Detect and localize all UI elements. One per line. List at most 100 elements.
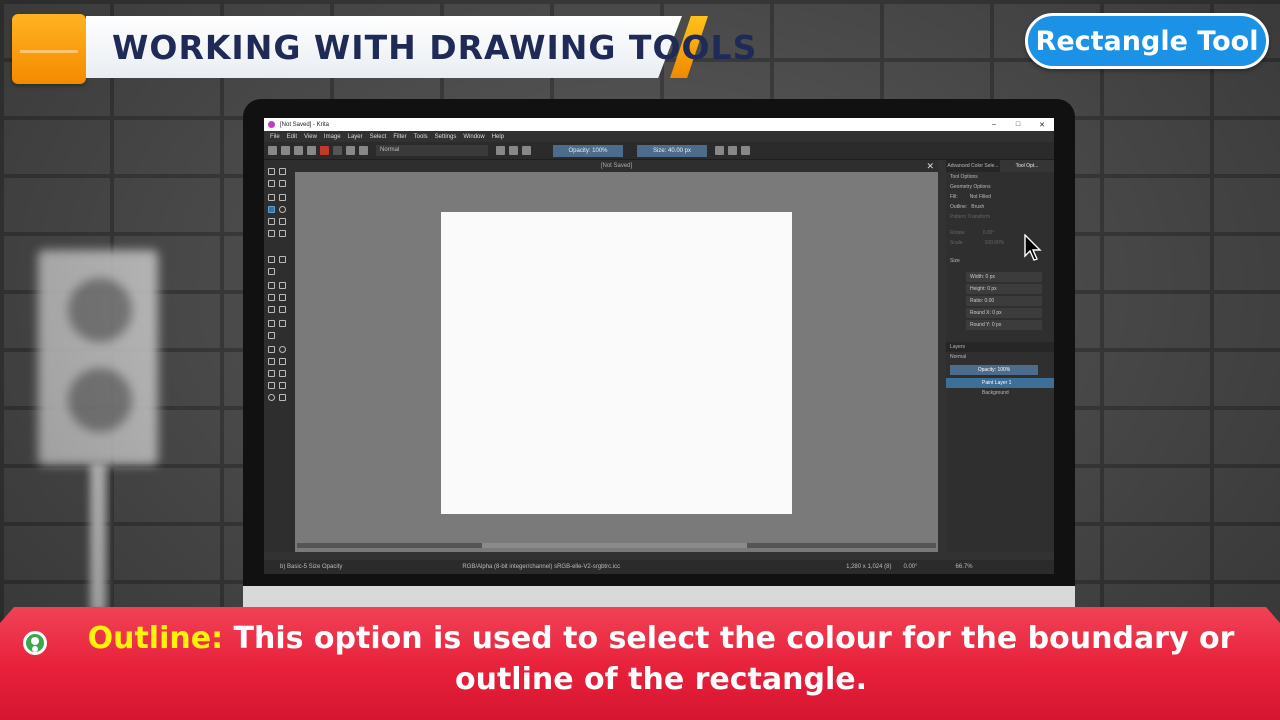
pattern-transform-label: Pattern Transform bbox=[950, 214, 991, 220]
close-canvas-icon[interactable]: ✕ bbox=[926, 160, 934, 172]
menu-settings[interactable]: Settings bbox=[435, 134, 457, 140]
edit-shapes-tool-icon[interactable] bbox=[268, 180, 275, 187]
canvas-tab-title: [Not Saved] bbox=[600, 163, 633, 169]
layer-item[interactable]: Background bbox=[946, 388, 1054, 398]
calligraphy-tool-icon[interactable] bbox=[279, 180, 286, 187]
menu-view[interactable]: View bbox=[304, 134, 317, 140]
fill-label: Fill: bbox=[950, 194, 958, 200]
horizontal-scrollbar[interactable] bbox=[297, 543, 936, 548]
blend-mode-select[interactable]: Normal bbox=[376, 145, 488, 156]
eraser-icon[interactable] bbox=[496, 146, 505, 155]
pan-tool-icon[interactable] bbox=[279, 394, 286, 401]
color-swap-icon[interactable] bbox=[333, 146, 342, 155]
reference-tool-icon[interactable] bbox=[268, 332, 275, 339]
menu-filter[interactable]: Filter bbox=[393, 134, 406, 140]
line-tool-icon[interactable] bbox=[279, 194, 286, 201]
canvas-area[interactable]: [Not Saved] ✕ bbox=[295, 160, 938, 552]
freehand-selection-tool-icon[interactable] bbox=[279, 358, 286, 365]
reload-preset-icon[interactable] bbox=[522, 146, 531, 155]
smart-patch-tool-icon[interactable] bbox=[279, 294, 286, 301]
status-color-space: RGB/Alpha (8-bit integer/channel) sRGB-e… bbox=[462, 564, 621, 570]
ratio-field[interactable]: Ratio: 0.00 bbox=[966, 296, 1042, 306]
elliptical-selection-tool-icon[interactable] bbox=[279, 346, 286, 353]
layer-opacity-slider[interactable]: Opacity: 100% bbox=[950, 365, 1038, 375]
layer-blend-select[interactable]: Normal bbox=[946, 352, 1054, 362]
title-banner: WORKING WITH DRAWING TOOLS bbox=[12, 14, 756, 84]
round-x-field[interactable]: Round X: 0 px bbox=[966, 308, 1042, 318]
zoom-tool-icon[interactable] bbox=[268, 394, 275, 401]
preserve-alpha-icon[interactable] bbox=[509, 146, 518, 155]
minimize-icon[interactable]: – bbox=[982, 121, 1006, 129]
scale-field[interactable]: 100.00% bbox=[985, 238, 1005, 248]
caption-text: Outline: This option is used to select t… bbox=[66, 618, 1256, 700]
new-document-icon[interactable] bbox=[268, 146, 277, 155]
measure-tool-icon[interactable] bbox=[279, 320, 286, 327]
window-titlebar: [Not Saved] - Krita – □ ✕ bbox=[264, 118, 1054, 131]
save-icon[interactable] bbox=[294, 146, 303, 155]
rectangle-tool-icon[interactable] bbox=[268, 206, 275, 213]
round-y-field[interactable]: Round Y: 0 px bbox=[966, 320, 1042, 330]
right-dock: Advanced Color Sele... Tool Opt... Tool … bbox=[946, 160, 1054, 552]
brush-preset-icon[interactable] bbox=[346, 146, 355, 155]
polyline-tool-icon[interactable] bbox=[279, 218, 286, 225]
status-dimensions: 1,280 x 1,024 (8) bbox=[846, 564, 892, 570]
laptop-base bbox=[243, 586, 1075, 608]
transform-tool-icon[interactable] bbox=[268, 256, 275, 263]
menu-image[interactable]: Image bbox=[324, 134, 341, 140]
user-icon bbox=[23, 631, 47, 655]
toolbox-panel bbox=[264, 160, 295, 552]
bezier-selection-tool-icon[interactable] bbox=[268, 382, 275, 389]
envelope-icon bbox=[12, 14, 86, 84]
size-slider[interactable]: Size: 40.00 px bbox=[637, 144, 707, 157]
bezier-tool-icon[interactable] bbox=[268, 230, 275, 237]
ellipse-tool-icon[interactable] bbox=[279, 206, 286, 213]
menu-file[interactable]: File bbox=[270, 134, 280, 140]
maximize-icon[interactable]: □ bbox=[1006, 121, 1030, 129]
brush-editor-icon[interactable] bbox=[359, 146, 368, 155]
width-field[interactable]: Width: 0 px bbox=[966, 272, 1042, 282]
rectangular-selection-tool-icon[interactable] bbox=[268, 346, 275, 353]
gradient-icon[interactable] bbox=[307, 146, 316, 155]
crop-tool-icon[interactable] bbox=[268, 268, 275, 275]
pattern-icon[interactable] bbox=[320, 146, 329, 155]
polygonal-selection-tool-icon[interactable] bbox=[268, 358, 275, 365]
select-shapes-tool-icon[interactable] bbox=[268, 168, 275, 175]
opacity-slider[interactable]: Opacity: 100% bbox=[553, 144, 623, 157]
text-tool-icon[interactable] bbox=[279, 168, 286, 175]
fill-select[interactable]: Not Filled bbox=[970, 192, 991, 202]
polygon-tool-icon[interactable] bbox=[268, 218, 275, 225]
rotate-field[interactable]: 0.00° bbox=[983, 228, 995, 238]
wrap-around-icon[interactable] bbox=[741, 146, 750, 155]
gradient-tool-icon[interactable] bbox=[268, 282, 275, 289]
color-picker-tool-icon[interactable] bbox=[279, 282, 286, 289]
mirror-vertical-icon[interactable] bbox=[728, 146, 737, 155]
magnetic-selection-tool-icon[interactable] bbox=[279, 382, 286, 389]
menu-edit[interactable]: Edit bbox=[287, 134, 297, 140]
contiguous-selection-tool-icon[interactable] bbox=[268, 370, 275, 377]
close-icon[interactable]: ✕ bbox=[1030, 121, 1054, 129]
fill-tool-icon[interactable] bbox=[268, 306, 275, 313]
freehand-path-tool-icon[interactable] bbox=[279, 230, 286, 237]
move-tool-icon[interactable] bbox=[279, 256, 286, 263]
menu-select[interactable]: Select bbox=[370, 134, 387, 140]
status-zoom[interactable]: 66.7% bbox=[956, 564, 973, 570]
canvas-paper[interactable] bbox=[441, 212, 792, 514]
mirror-horizontal-icon[interactable] bbox=[715, 146, 724, 155]
geometry-options-label: Geometry Options bbox=[950, 184, 991, 190]
main-toolbar: Normal Opacity: 100% Size: 40.00 px bbox=[264, 142, 1054, 160]
layer-item[interactable]: Paint Layer 1 bbox=[946, 378, 1054, 388]
assistant-tool-icon[interactable] bbox=[268, 320, 275, 327]
menu-window[interactable]: Window bbox=[463, 134, 484, 140]
enclose-fill-tool-icon[interactable] bbox=[279, 306, 286, 313]
menu-help[interactable]: Help bbox=[492, 134, 504, 140]
outline-select[interactable]: Brush bbox=[971, 202, 984, 212]
tab-tool-options[interactable]: Tool Opt... bbox=[1000, 160, 1054, 172]
open-document-icon[interactable] bbox=[281, 146, 290, 155]
freehand-brush-tool-icon[interactable] bbox=[268, 194, 275, 201]
tab-advanced-color-selector[interactable]: Advanced Color Sele... bbox=[946, 160, 1000, 172]
colorize-mask-tool-icon[interactable] bbox=[268, 294, 275, 301]
similar-color-selection-tool-icon[interactable] bbox=[279, 370, 286, 377]
menu-tools[interactable]: Tools bbox=[414, 134, 428, 140]
height-field[interactable]: Height: 0 px bbox=[966, 284, 1042, 294]
menu-layer[interactable]: Layer bbox=[348, 134, 363, 140]
